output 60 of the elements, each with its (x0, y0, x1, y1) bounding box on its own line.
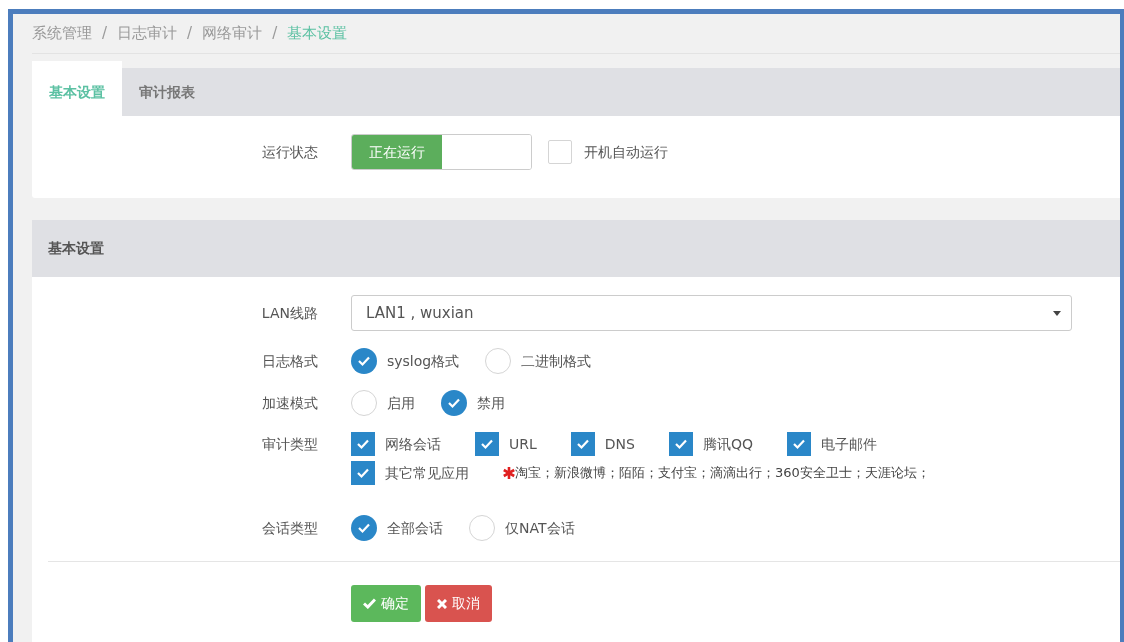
option-label: 启用 (387, 393, 415, 413)
check-icon (673, 438, 688, 450)
separator: / (186, 23, 194, 45)
option-label: syslog格式 (387, 351, 460, 371)
option-label: 仅NAT会话 (505, 518, 575, 538)
check-icon (575, 438, 590, 450)
note-text: 淘宝；新浪微博；陌陌；支付宝；滴滴出行；360安全卫士；天涯论坛； (515, 464, 930, 483)
status-toggle[interactable]: 正在运行 (351, 134, 532, 170)
field-label: LAN线路 (260, 303, 319, 323)
option-label: 网络会话 (385, 434, 441, 454)
check-icon (791, 438, 806, 450)
option-label: 电子邮件 (820, 434, 877, 454)
tab[interactable]: 基本设置 (32, 61, 122, 116)
check-icon (356, 467, 370, 479)
option-label: 腾讯QQ (702, 434, 753, 454)
caret-icon (1053, 310, 1061, 316)
option-label: 其它常见应用 (385, 463, 469, 483)
checkbox[interactable] (351, 432, 375, 456)
radio-button[interactable] (469, 515, 495, 541)
field-label: 会话类型 (261, 518, 319, 538)
checkbox[interactable] (475, 432, 499, 456)
checkbox-label: 开机自动运行 (584, 142, 668, 162)
check-icon (357, 522, 371, 534)
checkbox[interactable] (351, 461, 375, 485)
breadcrumb-current: 基本设置 (287, 23, 348, 45)
radio-button[interactable] (351, 515, 377, 541)
check-icon (357, 355, 371, 367)
radio-button[interactable] (351, 390, 377, 416)
close-icon (437, 598, 447, 609)
radio-button[interactable] (485, 348, 512, 374)
option-label: 禁用 (477, 393, 505, 413)
radio-button[interactable] (441, 390, 467, 416)
check-icon (363, 598, 376, 609)
check-icon (447, 397, 461, 409)
separator: / (271, 23, 279, 45)
breadcrumb-link[interactable]: 网络审计 (202, 22, 263, 45)
option-label: URL (509, 434, 537, 454)
breadcrumb-link[interactable]: 系统管理 (32, 22, 92, 45)
option-label: 全部会话 (387, 518, 443, 538)
panel-title: 基本设置 (48, 239, 104, 258)
checkbox[interactable] (548, 140, 572, 164)
option-label: 二进制格式 (521, 351, 592, 371)
tab[interactable]: 审计报表 (122, 68, 212, 116)
option-label: DNS (604, 434, 635, 454)
required-icon (503, 467, 515, 479)
checkbox[interactable] (668, 432, 693, 456)
cancel-button[interactable]: 取消 (425, 585, 492, 622)
field-label: 审计类型 (261, 435, 319, 454)
field-label: 运行状态 (261, 142, 319, 162)
check-icon (356, 438, 370, 450)
checkbox[interactable] (786, 432, 811, 456)
separator: / (101, 23, 109, 45)
check-icon (480, 438, 494, 450)
checkbox[interactable] (570, 432, 595, 456)
lan-select[interactable]: LAN1 , wuxian (351, 295, 1072, 331)
radio-button[interactable] (351, 348, 377, 374)
confirm-button[interactable]: 确定 (351, 585, 421, 622)
breadcrumb-link[interactable]: 日志审计 (117, 22, 178, 45)
field-label: 加速模式 (261, 393, 319, 413)
field-label: 日志格式 (261, 351, 319, 371)
